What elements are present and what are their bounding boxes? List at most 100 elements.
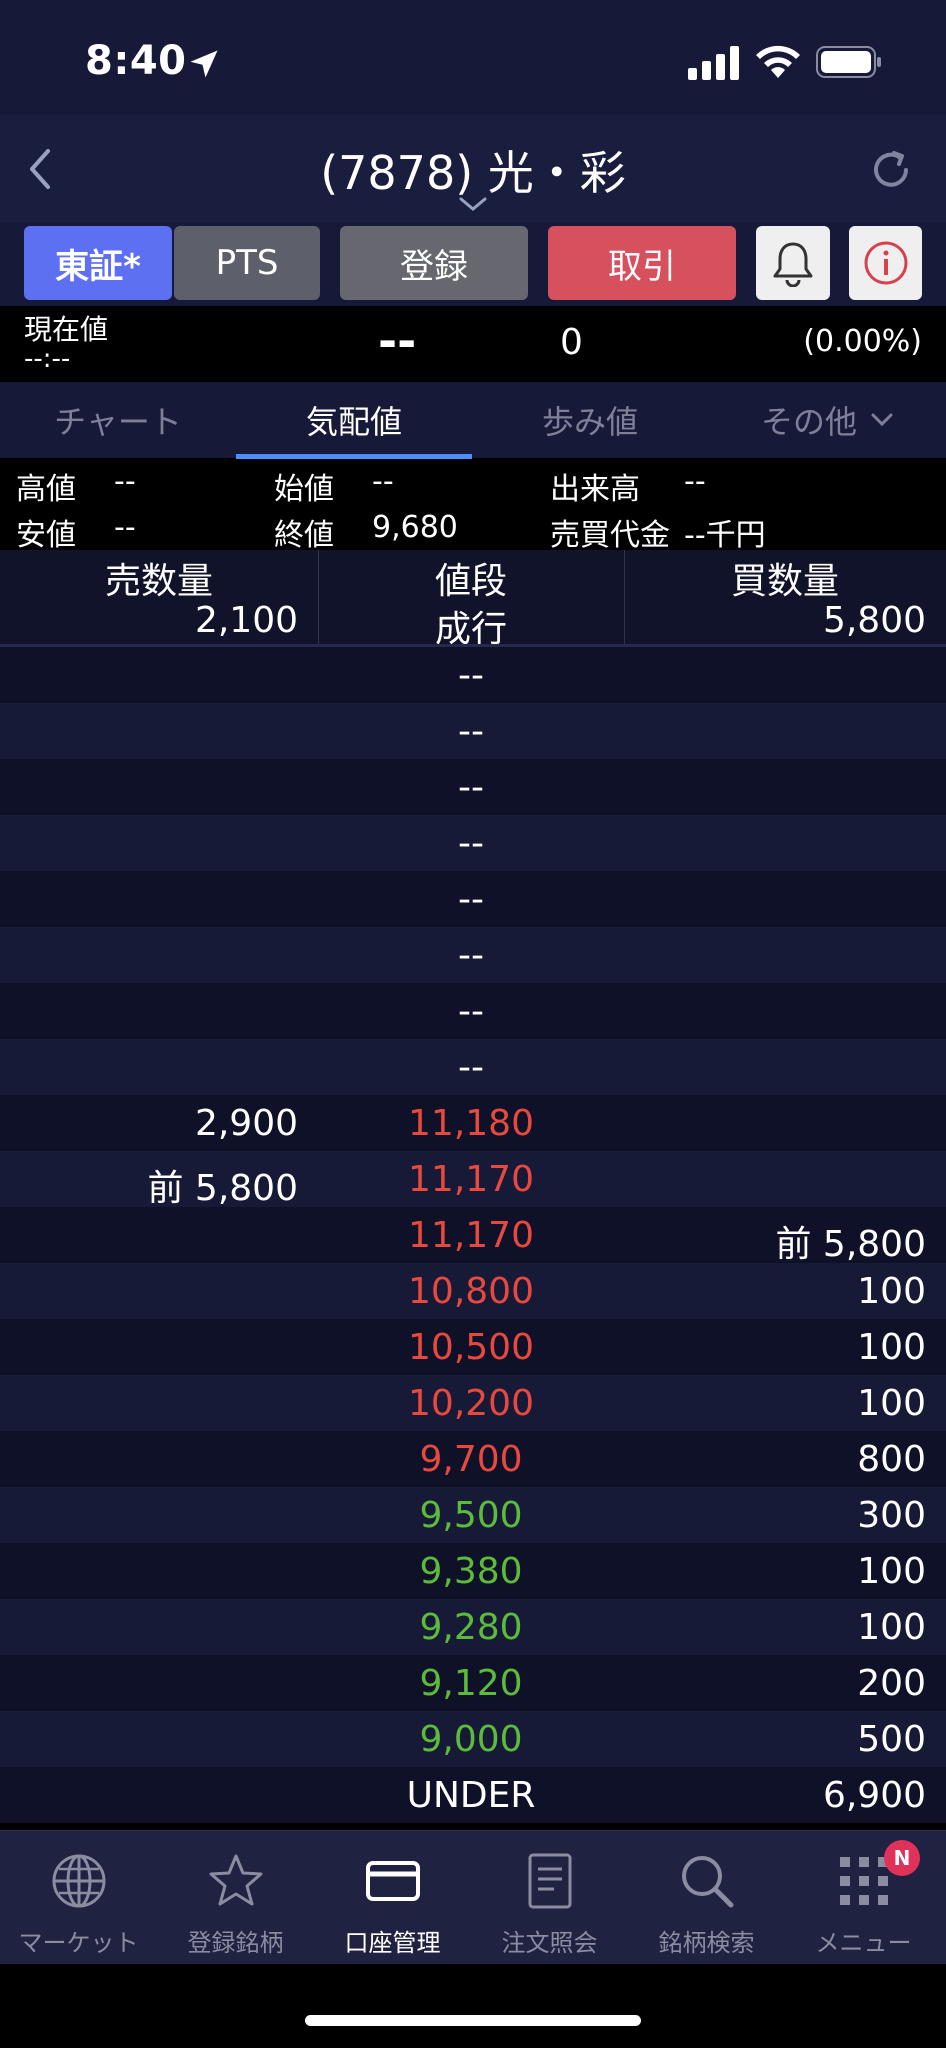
table-row[interactable]: --: [0, 703, 946, 759]
price-cell: --: [458, 711, 484, 752]
table-row[interactable]: --: [0, 871, 946, 927]
buy-qty-cell: 6,900: [822, 1775, 926, 1816]
table-row[interactable]: 2,900 11,180: [0, 1095, 946, 1151]
table-row[interactable]: 9,120 200: [0, 1655, 946, 1711]
price-cell: --: [458, 1047, 484, 1088]
info-button[interactable]: [849, 226, 922, 300]
refresh-icon[interactable]: [866, 145, 916, 195]
tab-other-label: その他: [760, 403, 857, 441]
open-label: 始値: [274, 472, 334, 507]
price-cell: 9,280: [419, 1607, 523, 1648]
sell-qty-cell: 2,900: [194, 1103, 298, 1144]
price-cell: --: [458, 879, 484, 920]
table-row[interactable]: --: [0, 1039, 946, 1095]
tab-other[interactable]: その他: [710, 382, 946, 458]
buy-qty-cell: 100: [857, 1271, 926, 1312]
turnover-label: 売買代金: [550, 518, 670, 553]
price-cell: --: [458, 823, 484, 864]
price-change: 0: [560, 322, 583, 363]
price-cell: --: [458, 935, 484, 976]
nav-account[interactable]: 口座管理: [314, 1831, 471, 1965]
tab-trades[interactable]: 歩み値: [472, 382, 708, 458]
star-icon: [209, 1854, 262, 1906]
table-row[interactable]: --: [0, 815, 946, 871]
table-row[interactable]: --: [0, 759, 946, 815]
close-value: 9,680: [372, 510, 458, 545]
nav-orders-label: 注文照会: [501, 1929, 598, 1957]
title-chevron-down-icon[interactable]: [455, 193, 491, 215]
buy-qty-cell: 100: [857, 1383, 926, 1424]
price-time: --:--: [24, 344, 71, 374]
table-row[interactable]: 9,500 300: [0, 1487, 946, 1543]
table-row[interactable]: 9,280 100: [0, 1599, 946, 1655]
price-bar: 現在値 --:-- -- 0 (0.00%): [0, 306, 946, 382]
table-row[interactable]: 10,500 100: [0, 1319, 946, 1375]
price-cell: --: [458, 991, 484, 1032]
table-row[interactable]: 9,380 100: [0, 1543, 946, 1599]
tosho-button[interactable]: 東証*: [24, 226, 172, 300]
order-book: -- -- -- -- -- -- -- -- 2,900 11,180 前 5,800 11,170…: [0, 647, 946, 1823]
tab-indicator: [236, 454, 472, 459]
buy-qty-cell: 500: [857, 1719, 926, 1760]
price-cell: 10,800: [408, 1271, 534, 1312]
price-cell: --: [458, 767, 484, 808]
sell-qty-cell: 前 5,800: [147, 1168, 298, 1209]
alert-button[interactable]: [756, 226, 830, 300]
nav-market-label: マーケット: [18, 1929, 139, 1957]
turnover-value: --千円: [684, 518, 766, 553]
bottom-nav: マーケット 登録銘柄 口座管理 注文照会 銘柄検索 メニュー: [0, 1830, 946, 1964]
price-cell: 9,120: [419, 1663, 523, 1704]
bell-icon: [773, 242, 813, 287]
register-button[interactable]: 登録: [340, 226, 528, 300]
buy-qty-cell: 300: [857, 1495, 926, 1536]
buy-qty-cell: 100: [857, 1327, 926, 1368]
table-row[interactable]: 11,170 前 5,800: [0, 1207, 946, 1265]
table-row[interactable]: 10,800 100: [0, 1263, 946, 1319]
toolbar: 東証* PTS 登録 取引: [0, 222, 946, 306]
nav-search[interactable]: 銘柄検索: [628, 1831, 785, 1965]
notification-badge: N: [884, 1840, 920, 1876]
high-value: --: [114, 464, 136, 499]
table-row[interactable]: --: [0, 927, 946, 983]
current-price-label: 現在値: [24, 313, 109, 346]
price-change-pct: (0.00%): [803, 324, 922, 359]
high-label: 高値: [16, 472, 76, 507]
globe-icon: [52, 1854, 105, 1908]
buy-qty-cell: 前 5,800: [775, 1224, 926, 1265]
nav-watchlist-label: 登録銘柄: [187, 1929, 284, 1957]
pts-button[interactable]: PTS: [174, 226, 320, 300]
wifi-icon: [756, 45, 800, 78]
price-header: 値段: [434, 561, 507, 602]
tab-chart[interactable]: チャート: [0, 382, 236, 458]
nav-market[interactable]: マーケット: [0, 1831, 157, 1965]
table-row[interactable]: 10,200 100: [0, 1375, 946, 1431]
table-row[interactable]: --: [0, 983, 946, 1039]
nav-watchlist[interactable]: 登録銘柄: [157, 1831, 314, 1965]
table-row[interactable]: UNDER 6,900: [0, 1767, 946, 1823]
price-cell: 10,500: [408, 1327, 534, 1368]
nav-orders[interactable]: 注文照会: [471, 1831, 628, 1965]
board-header: 売数量 値段 買数量: [0, 550, 946, 602]
table-row[interactable]: 9,000 500: [0, 1711, 946, 1767]
trade-button[interactable]: 取引: [548, 226, 736, 300]
table-row[interactable]: 9,700 800: [0, 1431, 946, 1487]
price-cell: 11,180: [408, 1103, 534, 1144]
status-bar: 8:40: [0, 0, 946, 115]
column-divider: [624, 550, 625, 644]
sell-qty-header: 売数量: [104, 561, 213, 602]
low-value: --: [114, 510, 136, 545]
price-cell: 10,200: [408, 1383, 534, 1424]
price-cell: --: [458, 655, 484, 696]
market-buy-qty: 5,800: [822, 600, 926, 641]
card-icon: [365, 1861, 420, 1901]
table-row[interactable]: 前 5,800 11,170: [0, 1151, 946, 1209]
battery-icon: [816, 46, 881, 78]
nav-account-label: 口座管理: [344, 1929, 441, 1957]
buy-qty-cell: 200: [857, 1663, 926, 1704]
current-price-value: --: [378, 314, 417, 368]
tab-quotes[interactable]: 気配値: [236, 382, 472, 458]
tab-bar: チャート 気配値 歩み値 その他: [0, 382, 946, 459]
home-indicator[interactable]: [305, 2015, 641, 2026]
document-icon: [528, 1853, 571, 1909]
table-row[interactable]: --: [0, 647, 946, 703]
